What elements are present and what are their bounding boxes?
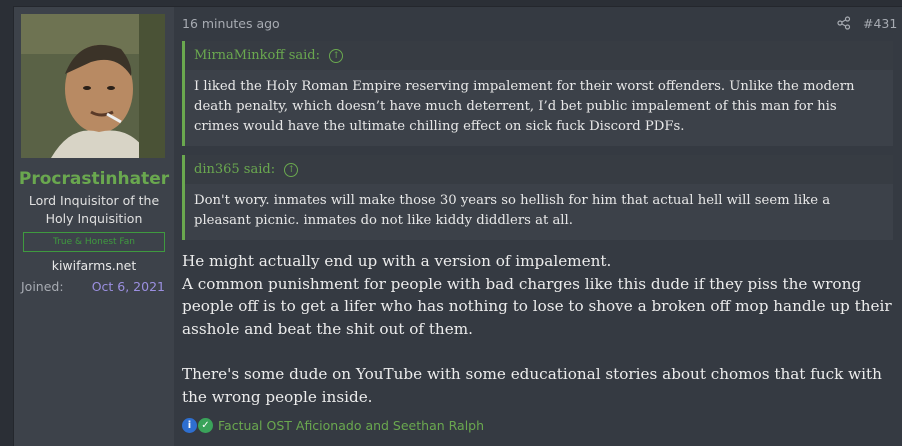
post-number[interactable]: #431 xyxy=(863,16,897,31)
username[interactable]: Procrastinhater xyxy=(14,169,174,189)
quote-block: MirnaMinkoff said: ↑ I liked the Holy Ro… xyxy=(182,41,893,146)
post-container: Procrastinhater Lord Inquisitor of the H… xyxy=(13,6,902,446)
quote-author[interactable]: MirnaMinkoff said: xyxy=(194,48,320,63)
joined-date: Oct 6, 2021 xyxy=(91,279,165,294)
user-banner: True & Honest Fan xyxy=(23,232,165,252)
message-line: A common punishment for people with bad … xyxy=(182,274,892,338)
message-line: There's some dude on YouTube with some e… xyxy=(182,365,882,406)
arrow-up-icon[interactable]: ↑ xyxy=(329,48,344,63)
reactions-bar[interactable]: i ✓ Factual OST Aficionado and Seethan R… xyxy=(182,416,484,434)
quote-header[interactable]: din365 said: ↑ xyxy=(185,155,893,184)
avatar[interactable] xyxy=(21,14,165,158)
arrow-up-icon[interactable]: ↑ xyxy=(284,162,299,177)
user-site: kiwifarms.net xyxy=(51,258,137,273)
post-timestamp[interactable]: 16 minutes ago xyxy=(182,16,280,31)
user-title: Lord Inquisitor of the Holy Inquisition xyxy=(28,193,160,226)
joined-label: Joined: xyxy=(21,279,64,294)
share-icon[interactable] xyxy=(837,16,851,30)
post-message: He might actually end up with a version … xyxy=(182,250,897,408)
quote-block: din365 said: ↑ Don't wory. inmates will … xyxy=(182,155,893,240)
quote-author[interactable]: din365 said: xyxy=(194,162,275,177)
quote-header[interactable]: MirnaMinkoff said: ↑ xyxy=(185,41,893,70)
agree-icon: ✓ xyxy=(198,417,213,433)
quote-text: I liked the Holy Roman Empire reserving … xyxy=(194,79,855,134)
informative-icon: i xyxy=(182,417,197,433)
user-pane: Procrastinhater Lord Inquisitor of the H… xyxy=(14,7,174,446)
reactions-text[interactable]: Factual OST Aficionado and Seethan Ralph xyxy=(218,418,484,433)
message-line: He might actually end up with a version … xyxy=(182,252,612,270)
quote-text: Don't wory. inmates will make those 30 y… xyxy=(194,193,831,228)
